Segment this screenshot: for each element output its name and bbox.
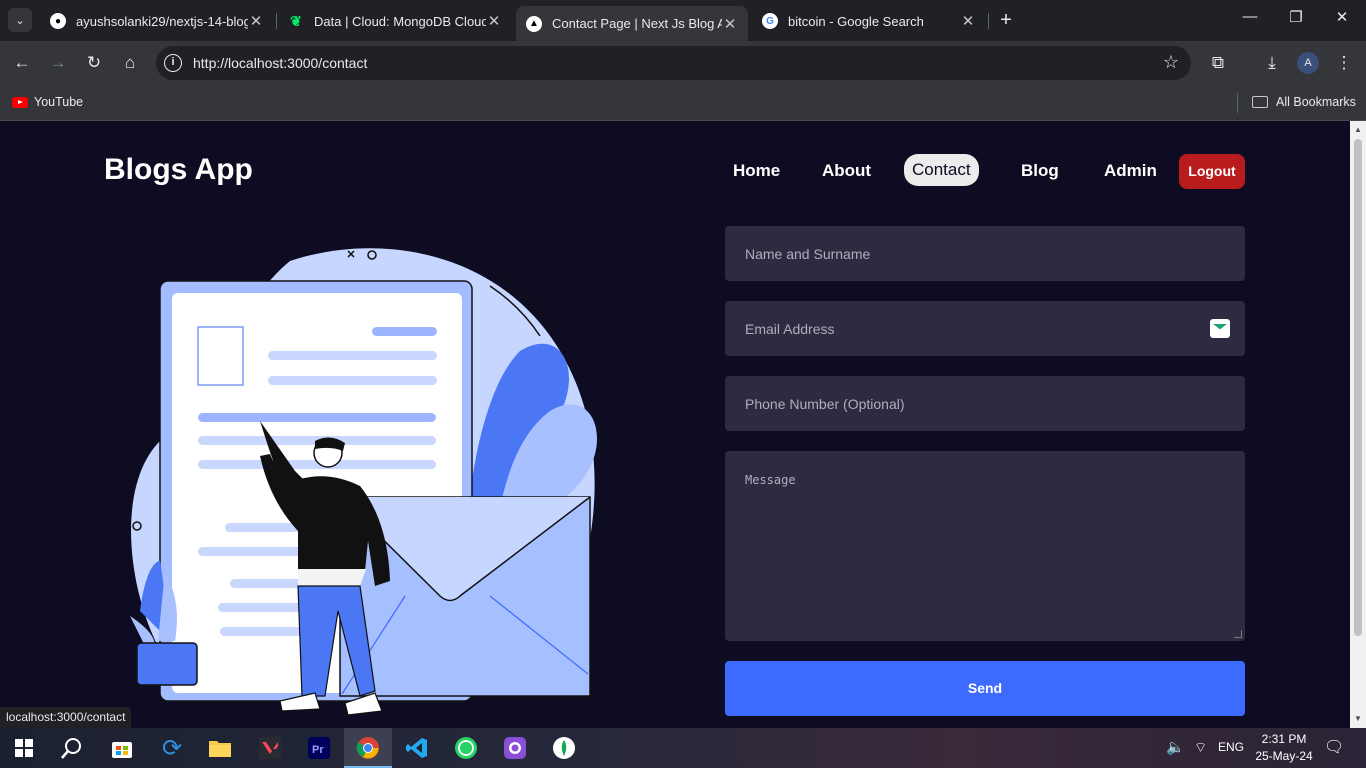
profile-avatar[interactable]: A xyxy=(1297,52,1319,74)
plant-pot xyxy=(136,642,198,686)
scroll-down-arrow[interactable]: ▼ xyxy=(1354,714,1362,723)
mongodb-icon: ❦ xyxy=(290,12,302,29)
text-line xyxy=(198,413,436,422)
tab-title: Data | Cloud: MongoDB Cloud xyxy=(314,13,486,29)
address-bar[interactable]: i http://localhost:3000/contact ☆ xyxy=(156,46,1191,80)
windows-start-icon[interactable] xyxy=(10,734,38,762)
phone-field[interactable]: Phone Number (Optional) xyxy=(725,376,1245,431)
tab-title: ayushsolanki29/nextjs-14-blogs xyxy=(76,13,248,29)
chrome-icon[interactable] xyxy=(354,734,382,762)
premiere-pro-icon[interactable]: Pr xyxy=(305,734,333,762)
contact-page: Blogs App Home About Contact Blog Admin … xyxy=(0,121,1350,728)
text-line xyxy=(268,376,437,385)
chevron-down-icon: ⌄ xyxy=(15,14,25,27)
youtube-icon xyxy=(12,96,28,108)
github-icon: ● xyxy=(50,13,66,29)
google-icon: G xyxy=(762,13,778,29)
tab-google[interactable]: G bitcoin - Google Search ✕ xyxy=(752,6,986,36)
close-window-icon[interactable]: ✕ xyxy=(1332,8,1352,26)
close-icon[interactable]: ✕ xyxy=(248,12,264,30)
tab-title: Contact Page | Next Js Blog App xyxy=(552,16,722,31)
text-line xyxy=(372,327,437,336)
valorant-icon[interactable] xyxy=(256,734,284,762)
back-icon[interactable]: ← xyxy=(10,51,34,75)
home-icon[interactable]: ⌂ xyxy=(118,51,142,75)
whatsapp-icon[interactable] xyxy=(452,734,480,762)
tab-divider xyxy=(276,13,277,29)
email-field[interactable]: Email Address xyxy=(725,301,1245,356)
email-autofill-icon[interactable] xyxy=(1210,319,1230,338)
nav-home[interactable]: Home xyxy=(733,161,780,181)
windows-taskbar xyxy=(0,728,1366,768)
message-placeholder: Message xyxy=(745,473,796,487)
forward-icon[interactable]: → xyxy=(46,51,70,75)
tab-divider xyxy=(988,13,989,29)
textarea-resize-handle[interactable] xyxy=(1234,630,1242,638)
nextjs-icon: ▲ xyxy=(526,15,542,32)
bookmark-label: YouTube xyxy=(34,95,84,109)
new-tab-button[interactable]: + xyxy=(996,9,1016,32)
browser-toolbar: ← → ↻ ⌂ i http://localhost:3000/contact … xyxy=(0,41,1366,85)
email-placeholder: Email Address xyxy=(745,321,835,337)
store-icon[interactable] xyxy=(108,734,136,762)
contact-illustration xyxy=(130,248,598,716)
system-clock[interactable]: 2:31 PM 25-May-24 xyxy=(1251,731,1317,765)
page-scrollbar[interactable]: ▲ ▼ xyxy=(1350,121,1366,728)
minimize-icon[interactable]: — xyxy=(1240,8,1260,25)
sync-icon[interactable]: ⟳ xyxy=(158,734,186,762)
tab-github[interactable]: ● ayushsolanki29/nextjs-14-blogs ✕ xyxy=(40,6,274,36)
extensions-icon[interactable]: ⧉ xyxy=(1206,51,1230,75)
tab-search-button[interactable]: ⌄ xyxy=(8,8,32,32)
notifications-icon[interactable]: 🗨 xyxy=(1324,737,1344,757)
url-text[interactable]: http://localhost:3000/contact xyxy=(193,55,367,71)
scroll-thumb[interactable] xyxy=(1354,139,1362,636)
send-button[interactable]: Send xyxy=(725,661,1245,716)
nav-blog[interactable]: Blog xyxy=(1021,161,1059,181)
bookmark-star-icon[interactable]: ☆ xyxy=(1163,52,1179,73)
search-icon[interactable] xyxy=(58,734,86,762)
name-field[interactable]: Name and Surname xyxy=(725,226,1245,281)
bookmarks-divider xyxy=(1237,93,1238,113)
nav-contact[interactable]: Contact xyxy=(904,154,979,186)
clock-time: 2:31 PM xyxy=(1261,732,1307,746)
site-info-icon[interactable]: i xyxy=(164,54,182,72)
bookmark-youtube[interactable]: YouTube xyxy=(12,95,83,109)
site-logo[interactable]: Blogs App xyxy=(104,153,253,187)
logout-button[interactable]: Logout xyxy=(1179,154,1245,189)
network-icon[interactable]: ⌔ xyxy=(1194,739,1207,757)
bookmarks-bar: YouTube All Bookmarks xyxy=(0,85,1366,121)
tab-mongodb[interactable]: ❦ Data | Cloud: MongoDB Cloud ✕ xyxy=(278,6,512,36)
nav-about[interactable]: About xyxy=(822,161,871,181)
mongodb-compass-icon[interactable] xyxy=(550,734,578,762)
download-icon[interactable]: ⤓ xyxy=(1260,51,1284,75)
github-desktop-icon[interactable] xyxy=(501,734,529,762)
message-textarea[interactable]: Message xyxy=(725,451,1245,641)
link-status-url: localhost:3000/contact xyxy=(0,707,132,728)
volume-icon[interactable]: 🔈 xyxy=(1166,738,1185,756)
nav-admin[interactable]: Admin xyxy=(1104,161,1157,181)
reload-icon[interactable]: ↻ xyxy=(82,51,106,75)
close-icon[interactable]: ✕ xyxy=(960,12,976,30)
person-shirt-hem xyxy=(298,569,366,586)
close-icon[interactable]: ✕ xyxy=(486,12,502,30)
clock-date: 25-May-24 xyxy=(1255,749,1313,763)
all-bookmarks-label: All Bookmarks xyxy=(1276,95,1356,109)
tab-title: bitcoin - Google Search xyxy=(788,13,924,29)
restore-icon[interactable]: ❐ xyxy=(1286,8,1306,26)
menu-kebab-icon[interactable]: ⋮ xyxy=(1332,51,1356,75)
file-explorer-icon[interactable] xyxy=(206,734,234,762)
folder-icon xyxy=(1252,96,1268,108)
scroll-up-arrow[interactable]: ▲ xyxy=(1354,125,1362,134)
vscode-icon[interactable] xyxy=(403,734,431,762)
tab-contact-active[interactable]: ▲ Contact Page | Next Js Blog App ✕ xyxy=(516,6,748,41)
all-bookmarks-button[interactable]: All Bookmarks xyxy=(1252,95,1356,109)
text-line xyxy=(268,351,437,360)
close-icon[interactable]: ✕ xyxy=(722,15,738,33)
tab-strip: ⌄ ● ayushsolanki29/nextjs-14-blogs ✕ ❦ D… xyxy=(0,0,1366,41)
svg-text:Pr: Pr xyxy=(312,744,324,756)
language-indicator[interactable]: ENG xyxy=(1218,740,1244,754)
